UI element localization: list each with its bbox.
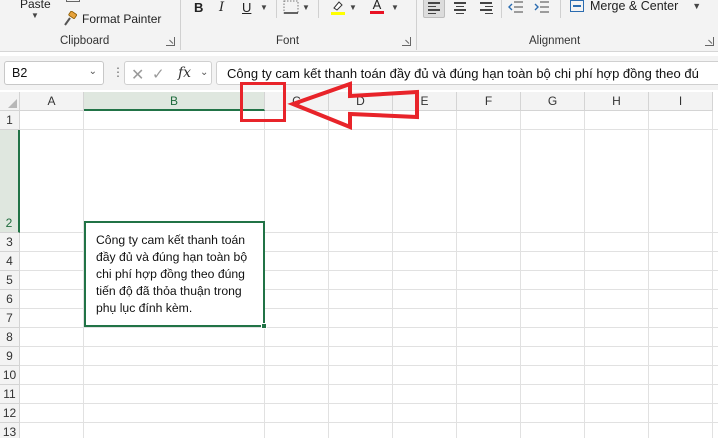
row-header-11[interactable]: 11 bbox=[0, 385, 20, 404]
formula-input[interactable]: Công ty cam kết thanh toán đầy đủ và đún… bbox=[216, 61, 718, 85]
column-header-i[interactable]: I bbox=[649, 92, 713, 111]
align-right-icon[interactable] bbox=[475, 0, 497, 18]
cell-b2-text: Công ty cam kết thanh toán đầy đủ và đún… bbox=[96, 232, 262, 317]
gridline bbox=[20, 403, 718, 404]
format-painter-button[interactable]: Format Painter bbox=[62, 10, 161, 28]
underline-dropdown[interactable]: ▼ bbox=[257, 0, 268, 16]
row-header-1[interactable]: 1 bbox=[0, 111, 20, 130]
row-header-10[interactable]: 10 bbox=[0, 366, 20, 385]
format-painter-label: Format Painter bbox=[82, 12, 162, 26]
fill-handle[interactable] bbox=[261, 323, 267, 329]
dialog-launcher-icon[interactable] bbox=[166, 37, 175, 46]
gridline bbox=[392, 111, 393, 438]
highlighter-icon bbox=[331, 1, 345, 15]
cell-text-line: chi phí hợp đồng theo đúng bbox=[96, 267, 245, 281]
more-icon[interactable]: ⋮ bbox=[112, 65, 124, 79]
column-header-a[interactable]: A bbox=[20, 92, 84, 111]
dialog-launcher-icon[interactable] bbox=[705, 37, 714, 46]
row-header-2[interactable]: 2 bbox=[0, 130, 20, 233]
row-header-7[interactable]: 7 bbox=[0, 309, 20, 328]
formula-controls: ✕ ✓ fx ⌄ bbox=[124, 61, 212, 85]
cell-text-line: phụ lục đính kèm. bbox=[96, 301, 193, 315]
annotation-highlight-box bbox=[240, 82, 286, 122]
gridline bbox=[20, 129, 718, 130]
row-header-5[interactable]: 5 bbox=[0, 271, 20, 290]
underline-button[interactable]: U bbox=[242, 0, 251, 16]
paste-button[interactable]: Paste bbox=[20, 0, 51, 11]
group-divider bbox=[416, 0, 417, 50]
font-color-dropdown[interactable]: ▼ bbox=[388, 0, 399, 16]
toolbar-divider bbox=[560, 0, 561, 18]
decrease-indent-icon[interactable] bbox=[508, 0, 524, 14]
column-header-e[interactable]: E bbox=[393, 92, 457, 111]
gridline bbox=[20, 346, 718, 347]
row-header-8[interactable]: 8 bbox=[0, 328, 20, 347]
borders-icon bbox=[283, 0, 299, 14]
align-left-icon[interactable] bbox=[423, 0, 445, 18]
dialog-launcher-icon[interactable] bbox=[402, 37, 411, 46]
insert-function-button[interactable]: fx bbox=[178, 65, 191, 81]
row-header-6[interactable]: 6 bbox=[0, 290, 20, 309]
row-header-13[interactable]: 13 bbox=[0, 423, 20, 438]
gridline bbox=[20, 384, 718, 385]
font-color-icon: A bbox=[372, 0, 382, 12]
fill-color-button[interactable]: ▼ bbox=[330, 0, 357, 16]
gridline bbox=[648, 111, 649, 438]
row-header-12[interactable]: 12 bbox=[0, 404, 20, 423]
gridline bbox=[456, 111, 457, 438]
group-divider bbox=[180, 0, 181, 50]
row-header-3[interactable]: 3 bbox=[0, 233, 20, 252]
gridline bbox=[712, 111, 713, 438]
copy-icon[interactable] bbox=[66, 0, 80, 2]
chevron-down-icon[interactable]: ⌄ bbox=[89, 66, 97, 77]
column-header-b[interactable]: B bbox=[84, 92, 265, 111]
column-header-g[interactable]: G bbox=[521, 92, 585, 111]
merge-icon bbox=[570, 0, 584, 12]
increase-indent-icon[interactable] bbox=[534, 0, 550, 14]
merge-center-button[interactable]: Merge & Center ▼ bbox=[570, 0, 701, 13]
ribbon: Paste ▼ Format Painter Clipboard B I U ▼… bbox=[0, 0, 718, 52]
worksheet-grid[interactable]: ABCDEFGHI 1 2 3 4 5 6 7 8 9 10 11 12 13 Công ty cam … bbox=[0, 92, 718, 438]
merge-center-label: Merge & Center bbox=[590, 0, 679, 13]
italic-button[interactable]: I bbox=[219, 0, 224, 16]
toolbar-divider bbox=[501, 0, 502, 18]
toolbar-divider bbox=[318, 0, 319, 18]
paintbrush-icon bbox=[64, 11, 78, 26]
gridline bbox=[20, 365, 718, 366]
align-center-icon[interactable] bbox=[449, 0, 471, 18]
gridline bbox=[584, 111, 585, 438]
cancel-icon[interactable]: ✕ bbox=[131, 65, 144, 85]
cell-text-line: Công ty cam kết thanh toán bbox=[96, 233, 246, 247]
gridline bbox=[20, 327, 718, 328]
name-box[interactable]: B2 ⌄ bbox=[4, 61, 104, 85]
column-header-d[interactable]: D bbox=[329, 92, 393, 111]
column-header-f[interactable]: F bbox=[457, 92, 521, 111]
chevron-down-icon[interactable]: ⌄ bbox=[200, 67, 208, 78]
excel-window: Paste ▼ Format Painter Clipboard B I U ▼… bbox=[0, 0, 718, 438]
cell-text-line: đầy đủ và đúng hạn toàn bộ bbox=[96, 250, 248, 264]
borders-button[interactable]: ▼ bbox=[283, 0, 310, 16]
bold-button[interactable]: B bbox=[194, 0, 203, 16]
font-color-button[interactable]: A bbox=[370, 0, 384, 16]
alignment-group-label: Alignment bbox=[529, 35, 581, 47]
select-all-button[interactable] bbox=[0, 92, 20, 111]
font-group-label: Font bbox=[276, 35, 300, 47]
clipboard-group-label: Clipboard bbox=[60, 35, 110, 47]
gridline bbox=[20, 422, 718, 423]
row-header-9[interactable]: 9 bbox=[0, 347, 20, 366]
formula-bar: B2 ⌄ ⋮ ✕ ✓ fx ⌄ Công ty cam kết thanh to… bbox=[0, 56, 718, 90]
gridline bbox=[520, 111, 521, 438]
cell-text-line: tiến độ đã thỏa thuận trong bbox=[96, 284, 242, 298]
row-header-4[interactable]: 4 bbox=[0, 252, 20, 271]
column-header-h[interactable]: H bbox=[585, 92, 649, 111]
name-box-value: B2 bbox=[12, 66, 28, 80]
gridline bbox=[328, 111, 329, 438]
enter-icon[interactable]: ✓ bbox=[152, 65, 165, 83]
paste-dropdown-icon[interactable]: ▼ bbox=[31, 11, 39, 20]
active-cell-b2[interactable]: Công ty cam kết thanh toán đầy đủ và đún… bbox=[84, 221, 267, 329]
toolbar-divider bbox=[276, 0, 277, 18]
